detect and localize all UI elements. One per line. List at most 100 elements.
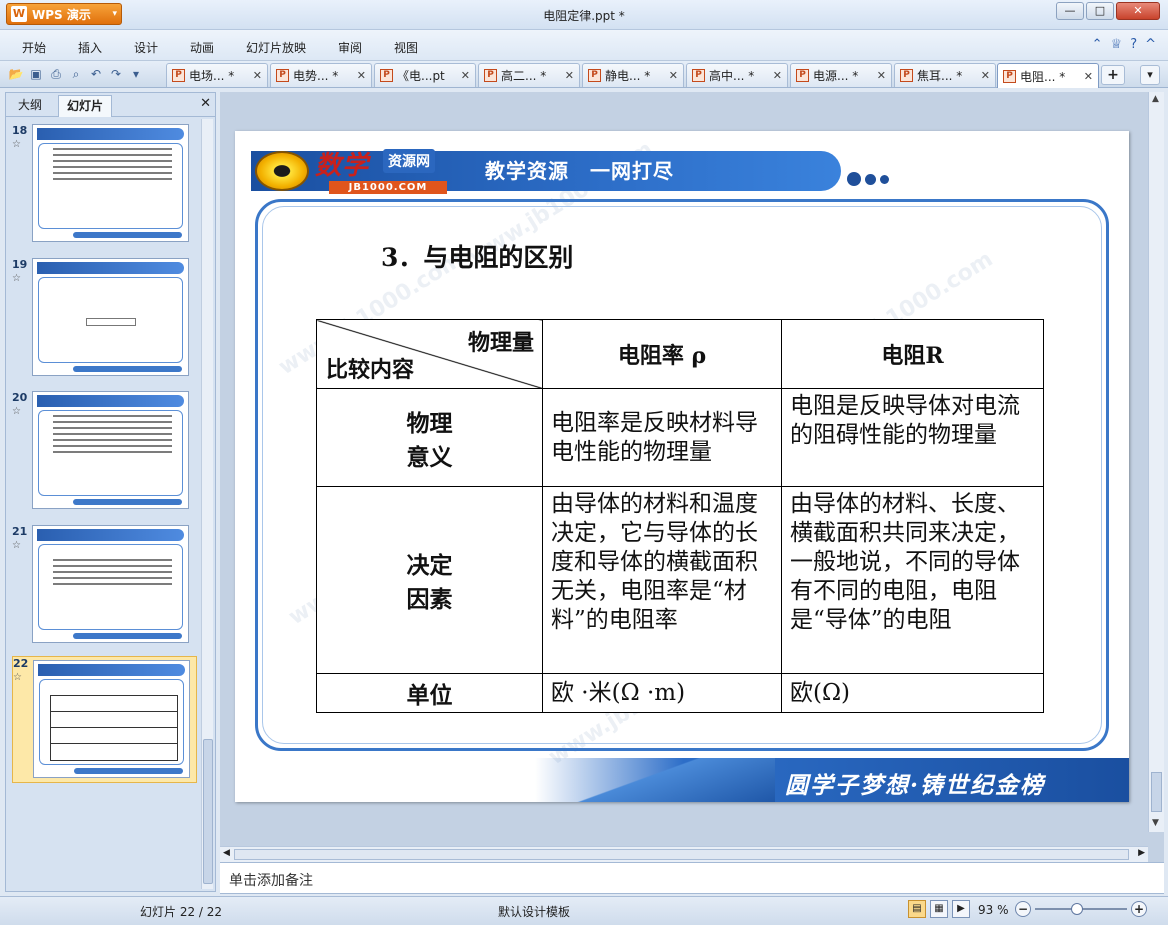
slide-number: 21 (12, 525, 28, 538)
ppt-file-icon: P (380, 69, 393, 82)
open-icon[interactable]: 📂 (8, 66, 24, 82)
tab-list-button[interactable]: ▾ (1140, 65, 1160, 85)
close-tab-icon[interactable]: ✕ (1084, 70, 1093, 83)
slide-thumbnail[interactable]: 21 ☆ (12, 525, 197, 649)
doc-tab-label: 电场... * (189, 69, 235, 83)
slide-sorter-icon[interactable]: ▦ (930, 900, 948, 918)
slideshow-icon[interactable]: ▶ (952, 900, 970, 918)
ppt-file-icon: P (692, 69, 705, 82)
ppt-file-icon: P (484, 69, 497, 82)
print-preview-icon[interactable]: ⌕ (68, 66, 84, 82)
slide-thumbnail[interactable]: 19 ☆ (12, 258, 197, 382)
zoom-level: 93 % (978, 903, 1009, 917)
slide-thumbnail[interactable]: 20 ☆ (12, 391, 197, 515)
slide-heading[interactable]: 3．与电阻的区别 (381, 238, 573, 274)
minimize-ribbon-icon[interactable]: ^ (1145, 37, 1156, 52)
doc-tab[interactable]: P 焦耳... * ✕ (894, 63, 996, 87)
menu-insert[interactable]: 插入 (78, 39, 102, 56)
vertical-scrollbar[interactable]: ▲ ▼ (1148, 92, 1164, 832)
doc-tab-label: 电势... * (293, 69, 339, 83)
ppt-file-icon: P (796, 69, 809, 82)
horizontal-scrollbar[interactable]: ◀ ▶ (220, 846, 1148, 862)
normal-view-icon[interactable]: ▤ (908, 900, 926, 918)
zoom-out-button[interactable]: − (1015, 901, 1031, 917)
doc-tab-label: 焦耳... * (917, 69, 963, 83)
close-tab-icon[interactable]: ✕ (877, 69, 886, 82)
panel-scrollbar[interactable] (201, 119, 213, 889)
close-tab-icon[interactable]: ✕ (981, 69, 990, 82)
notes-area[interactable]: 单击添加备注 (220, 862, 1164, 894)
ppt-file-icon: P (900, 69, 913, 82)
slide-number: 18 (12, 124, 28, 137)
slide-number: 22 (13, 657, 29, 670)
doc-tab-label: 静电... * (605, 69, 651, 83)
new-tab-button[interactable]: + (1101, 65, 1125, 85)
table-row: 决定 因素 由导体的材料和温度决定，它与导体的长度和导体的横截面积无关，电阻率是… (316, 486, 1044, 674)
doc-tab[interactable]: P 《电...pt ✕ (374, 63, 476, 87)
doc-tab[interactable]: P 静电... * ✕ (582, 63, 684, 87)
slide-counter: 幻灯片 22 / 22 (140, 905, 223, 919)
redo-icon[interactable]: ↷ (108, 66, 124, 82)
zoom-in-button[interactable]: + (1131, 901, 1147, 917)
title-bar: W WPS 演示 ▾ 电阻定律.ppt * — □ ✕ (0, 0, 1168, 30)
close-tab-icon[interactable]: ✕ (773, 69, 782, 82)
close-tab-icon[interactable]: ✕ (565, 69, 574, 82)
close-panel-icon[interactable]: ✕ (200, 96, 211, 111)
window-title: 电阻定律.ppt * (543, 9, 625, 23)
cell-unit-resistivity: 欧 ·米(Ω ·m) (542, 673, 782, 713)
close-button[interactable]: ✕ (1116, 2, 1160, 20)
ppt-file-icon: P (172, 69, 185, 82)
help-icon[interactable]: ? (1130, 37, 1137, 52)
close-tab-icon[interactable]: ✕ (669, 69, 678, 82)
close-tab-icon[interactable]: ✕ (253, 69, 262, 82)
comparison-table[interactable]: 物理量 比较内容 电阻率 ρ 电阻R 物理 意义 电阻率是反映材料导电性能的物理… (316, 319, 1044, 713)
animation-star-icon: ☆ (12, 139, 21, 150)
close-tab-icon[interactable]: ✕ (461, 69, 470, 82)
tab-slides[interactable]: 幻灯片 (58, 95, 113, 117)
menu-slideshow[interactable]: 幻灯片放映 (246, 39, 306, 56)
close-tab-icon[interactable]: ✕ (357, 69, 366, 82)
skin-icon[interactable]: ♕ (1111, 37, 1123, 52)
slide-canvas[interactable]: www.jb1000.com www.jb1000.com www.jb1000… (235, 131, 1129, 802)
doc-tab-label: 高二... * (501, 69, 547, 83)
doc-tab-active[interactable]: P 电阻... * ✕ (997, 63, 1099, 88)
zoom-slider-handle[interactable] (1071, 903, 1083, 915)
ppt-file-icon: P (276, 69, 289, 82)
row-head-meaning: 物理 意义 (316, 388, 543, 487)
animation-star-icon: ☆ (12, 273, 21, 284)
animation-star-icon: ☆ (12, 540, 21, 551)
undo-icon[interactable]: ↶ (88, 66, 104, 82)
menu-home[interactable]: 开始 (22, 39, 46, 56)
menu-animation[interactable]: 动画 (190, 39, 214, 56)
notes-placeholder[interactable]: 单击添加备注 (229, 870, 313, 890)
maximize-button[interactable]: □ (1086, 2, 1114, 20)
menu-review[interactable]: 审阅 (338, 39, 362, 56)
doc-tab-label: 《电...pt (397, 69, 445, 83)
doc-tab[interactable]: P 高二... * ✕ (478, 63, 580, 87)
doc-tab[interactable]: P 电场... * ✕ (166, 63, 268, 87)
menu-bar: 开始 插入 设计 动画 幻灯片放映 审阅 视图 ⌃ ♕ ? ^ (0, 30, 1168, 61)
minimize-button[interactable]: — (1056, 2, 1084, 20)
cell-factors-resistance: 由导体的材料、长度、横截面积共同来决定，一般地说，不同的导体有不同的电阻，电阻是… (781, 486, 1044, 674)
decor-dots (847, 172, 889, 186)
print-icon[interactable]: ⎙ (48, 66, 64, 82)
doc-tab[interactable]: P 电源... * ✕ (790, 63, 892, 87)
corner-bottom-label: 比较内容 (326, 357, 415, 383)
footer-slogan: 圆学子梦想·铸世纪金榜 (785, 772, 1046, 799)
header-slogan: 教学资源 一网打尽 (485, 159, 674, 183)
menu-view[interactable]: 视图 (394, 39, 418, 56)
slide-thumbnail[interactable]: 18 ☆ (12, 124, 197, 248)
menu-design[interactable]: 设计 (134, 39, 158, 56)
logo-site: 资源网 (383, 149, 435, 173)
chevron-up-icon[interactable]: ⌃ (1092, 37, 1103, 52)
customize-toolbar-icon[interactable]: ▾ (128, 66, 144, 82)
tab-outline[interactable]: 大纲 (10, 95, 50, 117)
doc-tab[interactable]: P 电势... * ✕ (270, 63, 372, 87)
doc-tab[interactable]: P 高中... * ✕ (686, 63, 788, 87)
save-icon[interactable]: ▣ (28, 66, 44, 82)
slide-number: 20 (12, 391, 28, 404)
table-row: 单位 欧 ·米(Ω ·m) 欧(Ω) (316, 673, 1044, 713)
animation-star-icon: ☆ (13, 672, 22, 683)
status-bar: 幻灯片 22 / 22 默认设计模板 ▤ ▦ ▶ 93 % − + (0, 896, 1168, 925)
slide-thumbnail-selected[interactable]: 22 ☆ (12, 656, 197, 783)
